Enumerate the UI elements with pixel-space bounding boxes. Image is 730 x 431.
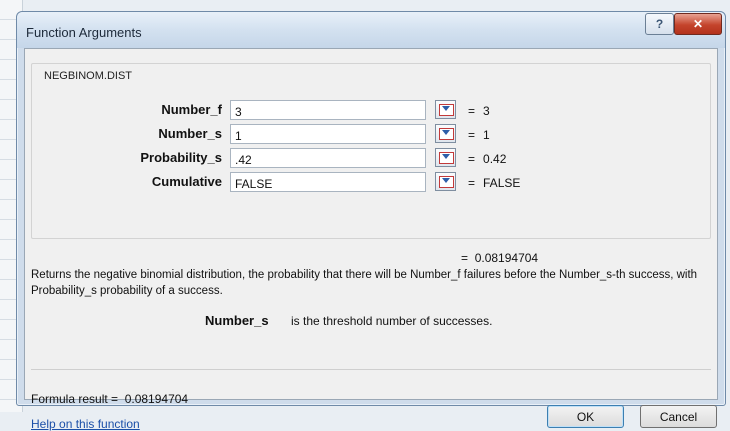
close-button[interactable]: ✕: [674, 13, 722, 35]
arg-label-probability-s: Probability_s: [140, 150, 222, 165]
close-icon: ✕: [692, 17, 704, 31]
function-arguments-dialog: Function Arguments ? ✕ NEGBINOM.DIST Num…: [16, 11, 726, 431]
title-bar[interactable]: Function Arguments ? ✕: [17, 12, 725, 48]
arg-label-number-s: Number_s: [158, 126, 222, 141]
arg-input-cumulative[interactable]: [230, 172, 426, 192]
argument-help-text: is the threshold number of successes.: [291, 314, 493, 328]
arg-evaluated-number-s: = 1: [468, 128, 490, 142]
dialog-body: NEGBINOM.DIST Number_f =3 Number_s =1 Pr…: [24, 48, 718, 431]
collapse-dialog-button-number-f[interactable]: [435, 100, 456, 119]
arg-input-probability-s[interactable]: [230, 148, 426, 168]
arg-evaluated-cumulative: = FALSE: [468, 176, 521, 190]
cancel-button[interactable]: Cancel: [640, 405, 717, 428]
arg-label-number-f: Number_f: [161, 102, 222, 117]
help-button[interactable]: ?: [645, 13, 674, 35]
collapse-dialog-button-number-s[interactable]: [435, 124, 456, 143]
arg-input-number-f[interactable]: [230, 100, 426, 120]
ok-button[interactable]: OK: [547, 405, 624, 428]
arg-evaluated-probability-s: = 0.42: [468, 152, 507, 166]
collapse-dialog-button-probability-s[interactable]: [435, 148, 456, 167]
dialog-title: Function Arguments: [26, 25, 142, 40]
function-description: Returns the negative binomial distributi…: [31, 269, 698, 297]
help-icon: ?: [655, 17, 664, 31]
function-result: = 0.08194704: [461, 251, 539, 265]
arg-input-number-s[interactable]: [230, 124, 426, 144]
divider: [31, 369, 711, 370]
formula-result: Formula result = 0.08194704: [31, 392, 189, 406]
argument-help-name: Number_s: [205, 313, 269, 328]
collapse-dialog-button-cumulative[interactable]: [435, 172, 456, 191]
function-name: NEGBINOM.DIST: [42, 70, 135, 82]
help-on-function-link[interactable]: Help on this function: [31, 417, 140, 431]
arg-label-cumulative: Cumulative: [151, 174, 222, 189]
arg-evaluated-number-f: = 3: [468, 104, 490, 118]
arguments-group: NEGBINOM.DIST Number_f =3 Number_s =1 Pr…: [31, 63, 711, 239]
